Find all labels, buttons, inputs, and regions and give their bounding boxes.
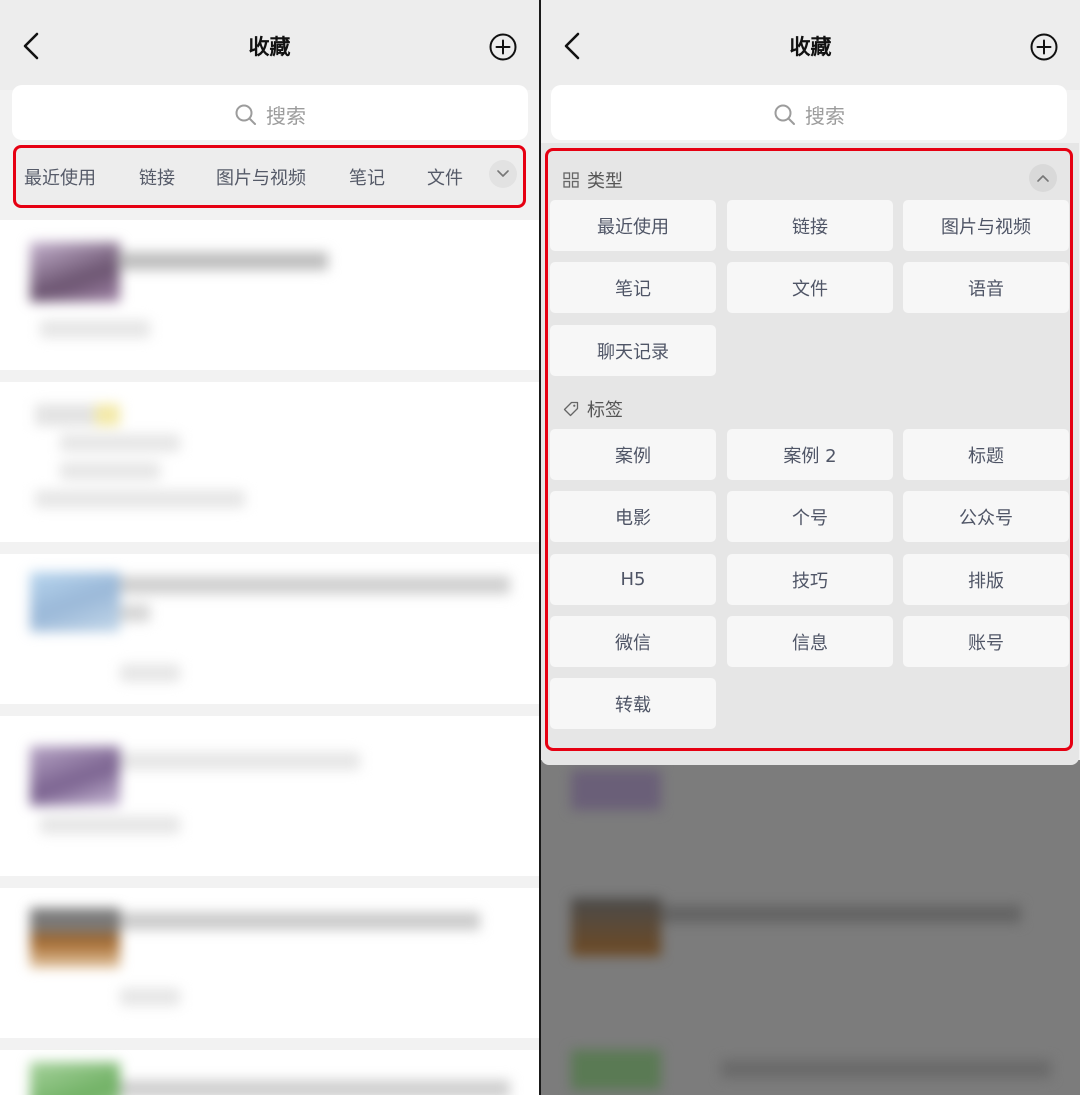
page-title: 收藏 [248, 35, 291, 59]
list-item[interactable] [0, 888, 539, 1038]
types-section-header: 类型 [563, 167, 623, 193]
search-placeholder: 搜索 [266, 104, 306, 128]
tag-chip[interactable]: H5 [550, 554, 716, 605]
type-chip[interactable]: 语音 [903, 262, 1069, 313]
category-dropdown: 类型 最近使用 链接 图片与视频 笔记 文件 语音 聊天记录 标签 案例 案例 … [541, 143, 1079, 765]
tag-chip[interactable]: 公众号 [903, 491, 1069, 542]
category-notes[interactable]: 笔记 [349, 164, 385, 190]
chevron-down-icon [497, 170, 509, 177]
type-chip[interactable]: 最近使用 [550, 200, 716, 251]
search-icon [774, 104, 795, 125]
search-bar[interactable]: 搜索 [551, 85, 1067, 140]
list-item[interactable] [0, 1050, 539, 1095]
category-recent[interactable]: 最近使用 [24, 164, 96, 190]
types-heading: 类型 [587, 171, 623, 192]
list-item[interactable] [0, 716, 539, 876]
grid-icon [563, 172, 579, 188]
category-images-videos[interactable]: 图片与视频 [216, 164, 306, 190]
tag-chip[interactable]: 账号 [903, 616, 1069, 667]
type-chip[interactable]: 链接 [727, 200, 893, 251]
collapse-categories-button[interactable] [1029, 164, 1057, 192]
list-item[interactable] [0, 382, 539, 542]
tag-icon [563, 401, 579, 417]
tag-chip[interactable]: 排版 [903, 554, 1069, 605]
type-chip[interactable]: 笔记 [550, 262, 716, 313]
favorites-panel-expanded: 收藏 搜索 类型 最近使用 链接 图片与视频 笔记 文件 语音 聊天记录 标签 … [541, 0, 1080, 1095]
tag-chip[interactable]: 标题 [903, 429, 1069, 480]
tag-chip[interactable]: 信息 [727, 616, 893, 667]
chevron-up-icon [1037, 175, 1049, 182]
category-links[interactable]: 链接 [139, 164, 175, 190]
top-bar: 收藏 [0, 0, 539, 90]
search-placeholder: 搜索 [805, 104, 845, 128]
tag-chip[interactable]: 案例 2 [727, 429, 893, 480]
favorites-panel-collapsed: 收藏 搜索 最近使用 链接 图片与视频 笔记 文件 [0, 0, 539, 1095]
list-item[interactable] [0, 554, 539, 704]
tag-chip[interactable]: 案例 [550, 429, 716, 480]
category-files[interactable]: 文件 [427, 164, 463, 190]
search-bar[interactable]: 搜索 [12, 85, 528, 140]
add-circle-icon[interactable] [1030, 33, 1058, 61]
tags-heading: 标签 [587, 400, 623, 421]
tag-chip[interactable]: 技巧 [727, 554, 893, 605]
tag-chip[interactable]: 个号 [727, 491, 893, 542]
type-chip[interactable]: 聊天记录 [550, 325, 716, 376]
type-chip[interactable]: 图片与视频 [903, 200, 1069, 251]
dimmed-list-overlay[interactable] [541, 760, 1080, 1095]
page-title: 收藏 [789, 35, 832, 59]
expand-categories-button[interactable] [489, 160, 517, 188]
type-chip[interactable]: 文件 [727, 262, 893, 313]
tag-chip[interactable]: 转载 [550, 678, 716, 729]
list-item[interactable] [0, 220, 539, 370]
tags-section-header: 标签 [563, 396, 623, 422]
tag-chip[interactable]: 电影 [550, 491, 716, 542]
search-icon [235, 104, 256, 125]
category-tabs: 最近使用 链接 图片与视频 笔记 文件 [13, 145, 526, 208]
top-bar: 收藏 [541, 0, 1080, 90]
tag-chip[interactable]: 微信 [550, 616, 716, 667]
add-circle-icon[interactable] [489, 33, 517, 61]
